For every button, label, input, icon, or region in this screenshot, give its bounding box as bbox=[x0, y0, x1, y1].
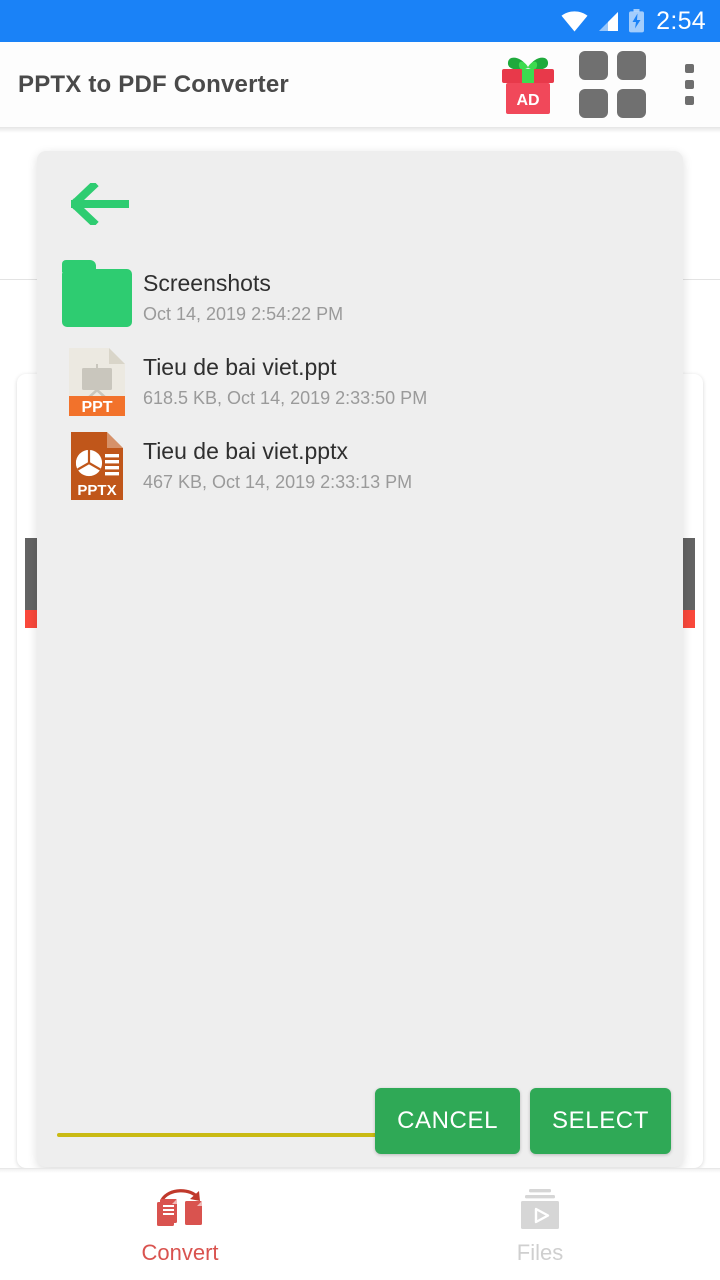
list-item-text: Tieu de bai viet.pptx 467 KB, Oct 14, 20… bbox=[143, 437, 412, 494]
pptx-file-icon: PPTX bbox=[71, 432, 123, 500]
files-play-icon bbox=[521, 1188, 559, 1229]
ppt-icon-wrap: PPT bbox=[61, 346, 133, 418]
folder-icon bbox=[62, 260, 132, 327]
bottom-nav-item-convert[interactable]: Convert bbox=[0, 1184, 360, 1266]
folder-icon-wrap bbox=[61, 260, 133, 327]
more-vertical-icon bbox=[684, 64, 694, 73]
gift-ad-icon: AD bbox=[502, 57, 554, 114]
grid-square bbox=[616, 89, 646, 118]
app-root: 2:54 PPTX to PDF Converter AD Screenshot… bbox=[0, 0, 720, 1280]
grid-square bbox=[616, 51, 646, 80]
select-button[interactable]: SELECT bbox=[530, 1088, 671, 1154]
file-picker-dialog: Screenshots Oct 14, 2019 2:54:22 PM PPT bbox=[37, 151, 683, 1167]
grid-apps-icon bbox=[578, 51, 646, 118]
app-bar-actions: AD bbox=[490, 47, 720, 123]
battery-charging-icon bbox=[628, 9, 645, 33]
right-scrollbar[interactable] bbox=[681, 538, 695, 628]
right-scrollbar-tip bbox=[681, 610, 695, 628]
cancel-button[interactable]: CANCEL bbox=[375, 1088, 521, 1154]
list-item-meta: 467 KB, Oct 14, 2019 2:33:13 PM bbox=[143, 472, 413, 493]
list-item-name: Tieu de bai viet.ppt bbox=[143, 354, 337, 381]
wifi-icon bbox=[561, 10, 588, 32]
more-vertical-icon bbox=[684, 96, 694, 105]
pptx-icon-wrap: PPTX bbox=[61, 430, 133, 502]
bottom-nav-label-convert: Convert bbox=[141, 1239, 219, 1265]
more-vertical-icon bbox=[684, 80, 694, 89]
list-item-meta: 618.5 KB, Oct 14, 2019 2:33:50 PM bbox=[143, 388, 428, 409]
list-item-name: Tieu de bai viet.pptx bbox=[143, 438, 348, 465]
back-arrow-icon[interactable] bbox=[71, 182, 129, 225]
right-scrollbar-thumb[interactable] bbox=[681, 538, 695, 610]
list-item[interactable]: Screenshots Oct 14, 2019 2:54:22 PM bbox=[61, 256, 667, 340]
bottom-navigation: Convert Files bbox=[0, 1168, 720, 1280]
list-item[interactable]: PPT Tieu de bai viet.ppt 618.5 KB, Oct 1… bbox=[61, 340, 667, 424]
grid-apps-button[interactable] bbox=[566, 47, 658, 123]
app-bar-shadow bbox=[0, 127, 720, 133]
status-bar-clock: 2:54 bbox=[656, 6, 706, 35]
ppt-badge-label: PPT bbox=[81, 399, 112, 416]
bottom-nav-shadow bbox=[0, 1169, 720, 1173]
grid-square bbox=[578, 51, 608, 80]
gift-ad-button[interactable]: AD bbox=[490, 47, 566, 123]
gift-ad-label: AD bbox=[516, 92, 539, 109]
list-item[interactable]: PPTX Tieu de bai viet.pptx 467 KB, Oct 1… bbox=[61, 424, 667, 508]
grid-square bbox=[578, 89, 608, 118]
page-title: PPTX to PDF Converter bbox=[18, 70, 289, 98]
list-item-name: Screenshots bbox=[143, 270, 271, 297]
app-bar: PPTX to PDF Converter AD bbox=[0, 42, 720, 127]
status-bar: 2:54 bbox=[0, 0, 720, 42]
ppt-file-icon: PPT bbox=[69, 348, 125, 416]
list-item-text: Tieu de bai viet.ppt 618.5 KB, Oct 14, 2… bbox=[143, 353, 427, 410]
convert-icon bbox=[157, 1188, 202, 1226]
bottom-nav-item-files[interactable]: Files bbox=[360, 1184, 720, 1266]
file-list: Screenshots Oct 14, 2019 2:54:22 PM PPT bbox=[37, 256, 683, 508]
dialog-back-row[interactable] bbox=[37, 151, 683, 256]
bottom-nav-label-files: Files bbox=[516, 1239, 564, 1265]
signal-icon bbox=[596, 11, 620, 32]
list-item-text: Screenshots Oct 14, 2019 2:54:22 PM bbox=[143, 269, 343, 326]
pptx-badge-label: PPTX bbox=[77, 482, 116, 499]
dialog-action-bar: CANCEL SELECT bbox=[37, 1075, 683, 1167]
more-vertical-button[interactable] bbox=[658, 47, 720, 123]
list-item-meta: Oct 14, 2019 2:54:22 PM bbox=[143, 304, 344, 325]
